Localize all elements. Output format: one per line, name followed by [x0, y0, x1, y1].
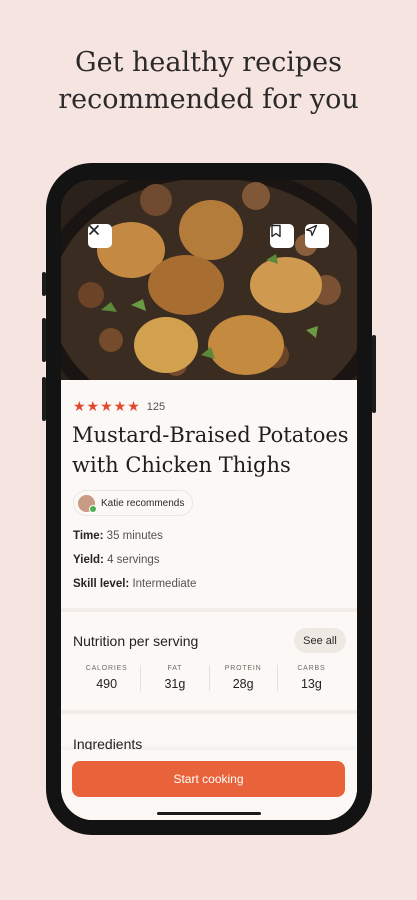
skill-label: Skill level:: [73, 578, 130, 590]
phone-volume-up: [42, 318, 46, 362]
nutrition-label: CALORIES: [85, 665, 128, 672]
rating[interactable]: ★★★★★ 125: [73, 398, 165, 415]
food-illustration: [61, 180, 357, 395]
home-indicator: [157, 812, 261, 815]
headline: Get healthy recipes recommended for you: [58, 47, 359, 115]
star-rating: ★★★★★: [73, 398, 141, 414]
nutrition-label: CARBS: [297, 665, 326, 672]
phone-power-button: [372, 335, 376, 413]
time-label: Time:: [73, 530, 104, 542]
bookmark-icon: [271, 224, 281, 238]
nutrition-title: Nutrition per serving: [73, 633, 199, 649]
recommendation-label: Katie recommends: [101, 497, 185, 509]
phone-mute-switch: [42, 272, 46, 296]
section-divider: [61, 608, 357, 612]
share-button[interactable]: [305, 224, 329, 248]
time-row: Time: 35 minutes: [73, 530, 163, 542]
time-value: 35 minutes: [106, 530, 163, 542]
avatar: [78, 494, 97, 513]
recipe-photo: [61, 180, 357, 395]
nutrition-grid: CALORIES 490 FAT 31g PROTEIN 28g CARBS 1…: [73, 665, 345, 691]
see-all-button[interactable]: See all: [294, 628, 346, 653]
nutrition-fat: FAT 31g: [140, 665, 208, 691]
nutrition-calories: CALORIES 490: [73, 665, 140, 691]
nutrition-label: PROTEIN: [224, 665, 262, 672]
nutrition-value: 28g: [232, 677, 254, 691]
bookmark-button[interactable]: [270, 224, 294, 248]
yield-row: Yield: 4 servings: [73, 554, 160, 566]
section-divider: [61, 710, 357, 714]
nutrition-value: 490: [96, 677, 118, 691]
recipe-title: Mustard-Braised Potatoes with Chicken Th…: [72, 423, 349, 477]
nutrition-value: 13g: [300, 677, 322, 691]
phone-volume-down: [42, 377, 46, 421]
recipe-details: ★★★★★ 125 Mustard-Braised Potatoes with …: [61, 380, 357, 820]
recommendation-chip[interactable]: Katie recommends: [73, 490, 194, 516]
nutrition-carbs: CARBS 13g: [276, 665, 345, 691]
close-icon: [89, 225, 99, 235]
close-button[interactable]: [88, 224, 112, 248]
app-screen: ★★★★★ 125 Mustard-Braised Potatoes with …: [61, 180, 357, 820]
start-cooking-button[interactable]: Start cooking: [72, 761, 345, 797]
nutrition-label: FAT: [167, 665, 183, 672]
yield-label: Yield:: [73, 554, 104, 566]
yield-value: 4 servings: [107, 554, 160, 566]
skill-row: Skill level: Intermediate: [73, 578, 196, 590]
nutrition-value: 31g: [164, 677, 186, 691]
skill-value: Intermediate: [132, 578, 197, 590]
send-icon: [305, 224, 318, 237]
nutrition-protein: PROTEIN 28g: [208, 665, 277, 691]
rating-count: 125: [146, 400, 166, 413]
